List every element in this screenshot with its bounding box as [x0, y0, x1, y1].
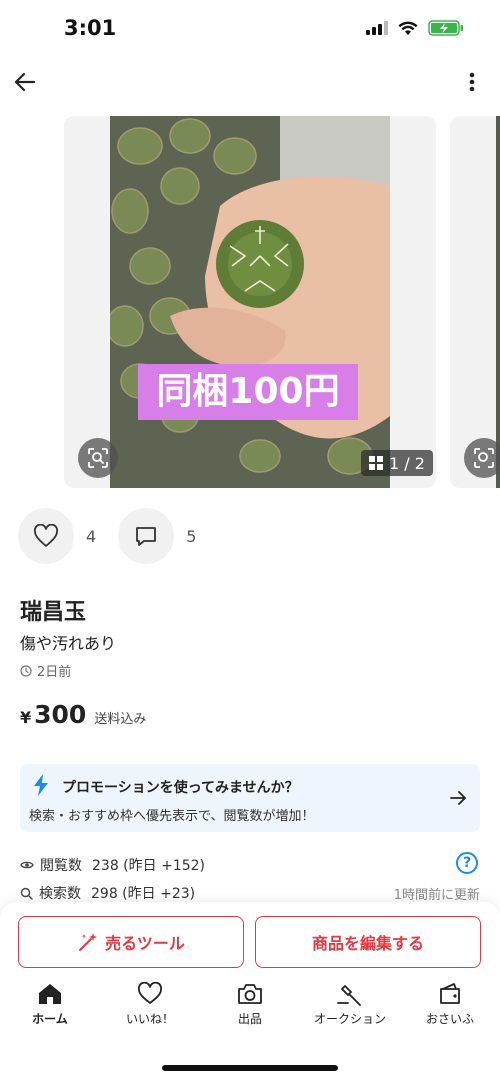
help-button[interactable]: ? — [456, 852, 478, 874]
like-button[interactable] — [18, 508, 74, 564]
posted-time: 2日前 — [20, 661, 71, 680]
arrow-left-icon — [14, 72, 36, 92]
tab-label: おさいふ — [425, 1012, 474, 1026]
price-currency: ¥ — [20, 708, 32, 727]
lightning-icon — [34, 774, 48, 796]
search-icon — [20, 887, 33, 900]
nav-bar — [0, 60, 500, 104]
tab-label: いいね！ — [125, 1012, 174, 1026]
searches-value: 298 (昨日 +23) — [91, 886, 196, 902]
more-vertical-icon — [469, 72, 475, 92]
gavel-icon — [337, 985, 361, 1006]
arrow-right-icon — [450, 791, 466, 805]
image-carousel[interactable] — [0, 116, 500, 488]
views-value: 238 (昨日 +152) — [92, 858, 205, 874]
tab-wallet[interactable]: おさいふ — [400, 978, 500, 1038]
price-value: 300 — [34, 700, 87, 729]
status-icons — [366, 20, 464, 36]
next-photo-peek — [496, 116, 500, 488]
sell-tool-button[interactable]: 売るツール — [18, 916, 244, 968]
item-title: 瑞昌玉 — [20, 600, 87, 625]
views-stat: 閲覧数 238 (昨日 +152) — [20, 854, 480, 876]
posted-time-text: 2日前 — [37, 665, 72, 680]
edit-item-label: 商品を編集する — [311, 934, 424, 953]
battery-charging-icon — [428, 20, 463, 36]
shipping-note: 送料込み — [94, 712, 147, 727]
back-button[interactable] — [12, 68, 40, 96]
next-photo-card[interactable] — [450, 116, 500, 488]
tab-label: 出品 — [237, 1012, 262, 1026]
scan-search-icon — [88, 448, 108, 468]
product-photo-art — [110, 116, 390, 488]
item-actions: 4 5 — [18, 508, 218, 564]
bottom-action-sheet: 売るツール 商品を編集する ホーム いいね！ 出品 オークション おさいふ — [0, 902, 500, 1080]
image-search-button-next[interactable] — [464, 438, 500, 478]
price-row: ¥ 300 送料込み — [20, 700, 146, 729]
photo-card[interactable] — [64, 116, 436, 488]
heart-icon — [138, 982, 162, 1004]
like-count: 4 — [86, 526, 97, 546]
status-bar: 3:01 — [0, 0, 500, 60]
updated-time: 1時間前に更新 — [393, 888, 480, 903]
cellular-signal-icon — [366, 21, 388, 35]
more-options-button[interactable] — [466, 68, 478, 96]
grid-icon — [369, 456, 383, 470]
heart-icon — [34, 524, 58, 547]
image-search-button[interactable] — [78, 438, 118, 478]
tab-sell[interactable]: 出品 — [200, 978, 300, 1038]
magic-wand-icon — [79, 933, 98, 951]
comment-icon — [136, 527, 157, 546]
home-indicator — [162, 1065, 338, 1071]
promotion-title: プロモーションを使ってみませんか？ — [62, 780, 299, 796]
page-counter-text: 1 / 2 — [389, 453, 425, 473]
scan-search-icon — [474, 448, 494, 468]
eye-icon — [20, 861, 34, 869]
promotion-description: 検索・おすすめ枠へ優先表示で、閲覧数が増加！ — [29, 809, 315, 824]
tab-likes[interactable]: いいね！ — [100, 978, 200, 1038]
tab-bar: ホーム いいね！ 出品 オークション おさいふ — [0, 978, 500, 1038]
product-photo[interactable] — [110, 116, 390, 488]
home-icon — [39, 984, 61, 1004]
status-time: 3:01 — [64, 16, 117, 40]
tab-label: オークション — [313, 1012, 386, 1026]
photo-page-counter: 1 / 2 — [361, 450, 433, 476]
clock-icon — [20, 664, 32, 677]
tab-home[interactable]: ホーム — [0, 978, 100, 1038]
photo-overlay-label: 同梱100円 — [138, 364, 358, 420]
comment-count: 5 — [186, 526, 197, 546]
item-condition: 傷や汚れあり — [20, 634, 117, 653]
tab-label: ホーム — [32, 1012, 68, 1026]
comment-button[interactable] — [118, 508, 175, 564]
tab-auction[interactable]: オークション — [300, 978, 400, 1038]
searches-label: 検索数 — [39, 886, 81, 902]
camera-icon — [238, 984, 262, 1004]
promotion-banner[interactable]: プロモーションを使ってみませんか？ 検索・おすすめ枠へ優先表示で、閲覧数が増加！ — [20, 764, 480, 832]
wallet-icon — [440, 983, 460, 1004]
wifi-icon — [398, 21, 418, 35]
views-label: 閲覧数 — [40, 858, 82, 874]
sell-tool-label: 売るツール — [105, 934, 185, 953]
edit-item-button[interactable]: 商品を編集する — [255, 916, 481, 968]
